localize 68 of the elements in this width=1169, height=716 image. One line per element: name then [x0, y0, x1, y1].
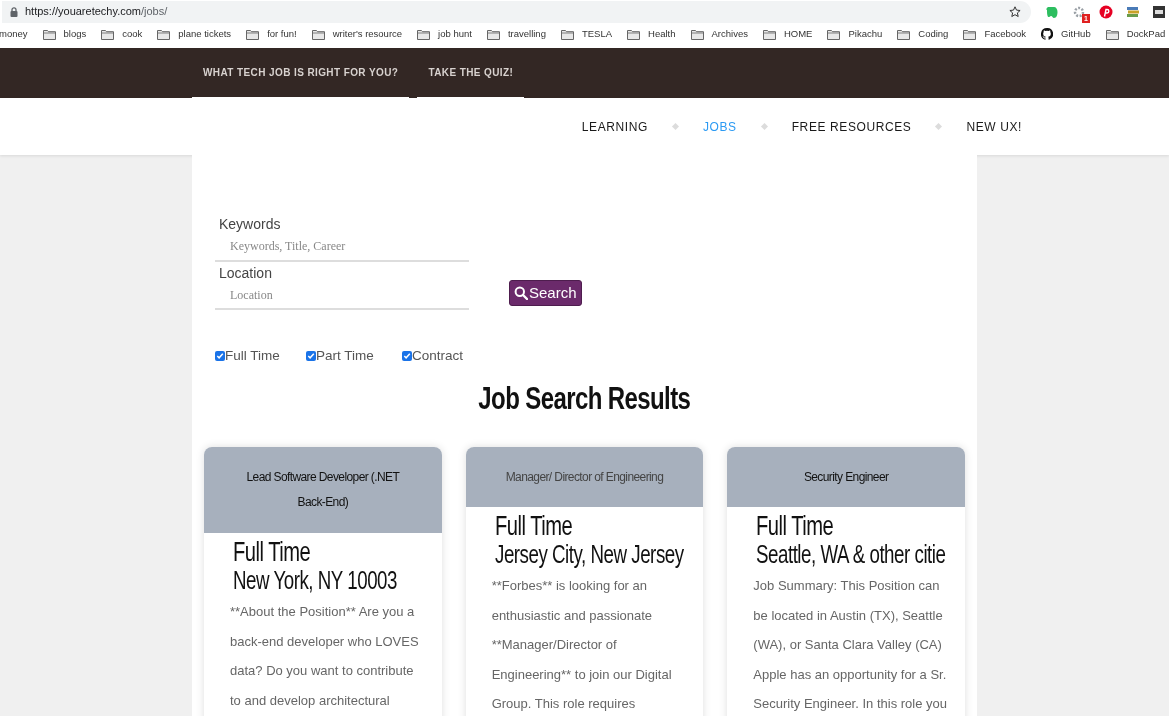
folder-icon: [417, 28, 431, 40]
field-label: Location: [219, 263, 273, 282]
folder-icon: [897, 28, 911, 40]
bookmark-item[interactable]: TESLA: [560, 26, 613, 42]
bookmark-item[interactable]: job hunt: [417, 26, 472, 42]
folder-icon: [101, 28, 115, 40]
job-type: Full Time: [756, 513, 834, 539]
extension-icon[interactable]: [1153, 5, 1165, 18]
search-icon: [514, 286, 528, 300]
lock-icon: [10, 6, 18, 17]
bookmark-item[interactable]: HOME: [762, 26, 813, 42]
checkbox-label: Part Time: [316, 347, 374, 365]
job-title: Security Engineer: [803, 468, 889, 486]
folder-icon: [1105, 28, 1119, 40]
folder-icon: [560, 28, 574, 40]
folder-icon: [963, 28, 977, 40]
bookmark-item[interactable]: Health: [627, 26, 676, 42]
job-type: Full Time: [494, 513, 572, 539]
folder-icon: [157, 28, 171, 40]
bookmark-item[interactable]: DockPad: [1105, 26, 1166, 42]
folder-icon: [486, 28, 500, 40]
text-field[interactable]: Location: [215, 282, 469, 310]
checkbox[interactable]: [215, 351, 225, 362]
nav-link[interactable]: FREE RESOURCES: [777, 117, 926, 136]
checkbox[interactable]: [402, 351, 412, 362]
cat-silhouette-icon: [1041, 28, 1054, 40]
bookmark-item[interactable]: Archives: [690, 26, 748, 42]
job-description: Job Summary: This Position can be located in Austin (TX), Seattle (WA), or Santa Clara Valley (CA) Apple has an opportunity for a Sr. Security Engineer. In this role you: [753, 577, 948, 714]
star-icon[interactable]: [1009, 5, 1021, 18]
job-location: Seattle, WA & other citie: [756, 542, 946, 567]
job-description: **Forbes** is looking for an enthusiastic and passionate **Manager/Director of Engineering** to join our Digital Group. This role requires: [491, 577, 673, 714]
folder-icon: [42, 28, 56, 40]
bookmark-item[interactable]: writer's resource: [311, 26, 403, 42]
bookmark-item[interactable]: money: [0, 26, 28, 42]
checkbox-label: Contract: [412, 347, 464, 365]
job-type: Full Time: [233, 539, 311, 565]
job-location: New York, NY 10003: [233, 568, 397, 593]
folder-icon: [246, 28, 260, 40]
bookmark-item[interactable]: blogs: [42, 26, 87, 42]
job-title: Lead Software Developer (.NET Back-End): [245, 469, 401, 512]
bookmark-item[interactable]: cook: [101, 26, 143, 42]
nav-link[interactable]: NEW UX!: [952, 117, 1036, 136]
search-button[interactable]: Search: [509, 280, 582, 306]
folder-icon: [827, 28, 841, 40]
folder-icon: [690, 28, 704, 40]
pin-icon[interactable]: [1099, 4, 1113, 19]
url-text: https://youaretechy.com/jobs/: [25, 4, 168, 20]
bookmark-item[interactable]: travelling: [486, 26, 546, 42]
field-label: Keywords: [219, 215, 282, 233]
bookmark-item[interactable]: Facebook: [963, 26, 1027, 42]
checkbox-label: Full Time: [225, 347, 280, 365]
folder-icon: [762, 28, 776, 40]
bookmark-item[interactable]: Coding: [897, 26, 949, 42]
address-bar[interactable]: https://youaretechy.com/jobs/: [2, 0, 1031, 23]
nav-link[interactable]: LEARNING: [567, 117, 662, 136]
books-icon[interactable]: [1126, 5, 1140, 18]
folder-icon: [627, 28, 641, 40]
bookmark-item[interactable]: Pikachu: [827, 26, 883, 42]
job-description: **About the Position** Are you a back-end developer who LOVES data? Do you want to contribute to and develop architectural: [230, 603, 420, 710]
folder-icon: [311, 28, 325, 40]
results-heading: Job Search Results: [478, 379, 691, 419]
bookmark-item[interactable]: plane tickets: [157, 26, 232, 42]
bookmark-item[interactable]: GitHub: [1041, 26, 1091, 42]
job-title: Manager/ Director of Engineering: [505, 468, 664, 486]
checkbox[interactable]: [306, 351, 316, 362]
bookmark-item[interactable]: for fun!: [246, 26, 297, 42]
text-field[interactable]: Keywords, Title, Career: [215, 233, 469, 262]
job-location: Jersey City, New Jersey: [494, 542, 684, 567]
